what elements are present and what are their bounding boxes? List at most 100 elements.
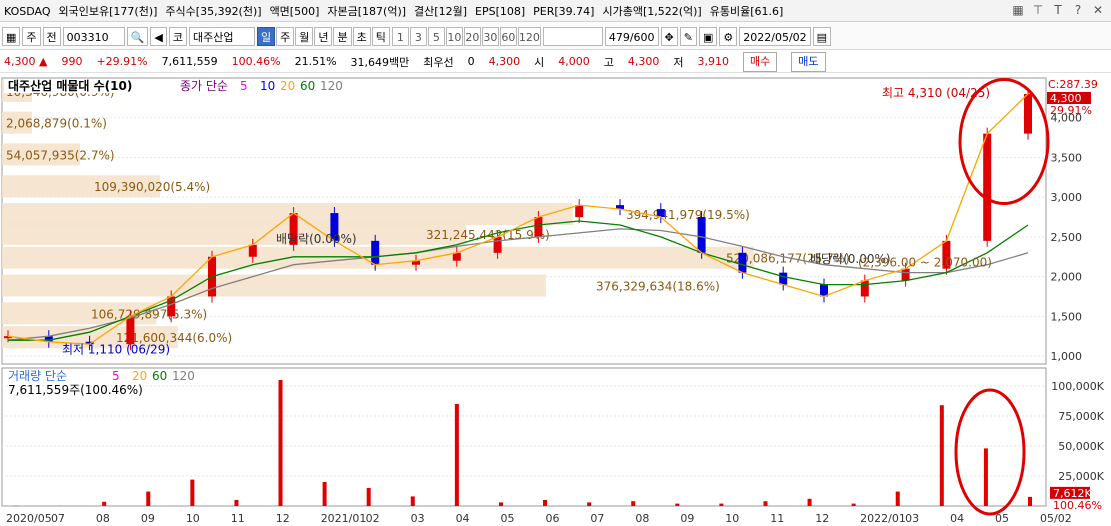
volume-bar [983,448,988,506]
period-select[interactable]: 주 [22,26,41,46]
candle [738,252,747,273]
settings-icon[interactable]: ⚙ [719,26,738,46]
minute-button[interactable]: 30 [481,26,499,46]
minute-button[interactable]: 5 [427,26,445,46]
ma-period-label: 60 [300,79,315,93]
sell-button[interactable]: 매도 [791,51,826,72]
date-tick-label: 09 [141,512,155,525]
volume-profile-label: 2,068,879(0.1%) [6,117,107,131]
draw-icon[interactable]: ✎ [679,26,697,46]
tab-분[interactable]: 분 [333,26,352,46]
minute-buttons: 1 3 5 10 20 30 60 120 [391,26,541,46]
buy-button[interactable]: 매수 [743,51,778,72]
stock-code-input[interactable]: 003310 [62,26,125,46]
stock-chart[interactable]: 1,0001,5002,0002,5003,0003,5004,00010,34… [0,74,1111,526]
change-percent: +29.91% [96,55,148,68]
candle [860,280,869,297]
volume-profile-bar [2,222,467,245]
minute-button[interactable]: 120 [517,26,541,46]
candle [534,217,543,237]
volume-bar [719,503,724,506]
volume-profile-label: 394,941,979(19.5%) [626,208,750,222]
candle [901,268,910,281]
tick-input[interactable] [542,26,603,46]
close-icon[interactable]: ✕ [1091,3,1105,17]
date-tick-label: 07 [590,512,604,525]
sound-icon[interactable]: ◀ [150,26,167,46]
type-select[interactable]: 전 [42,26,61,46]
tools-icon[interactable]: ✥ [660,26,678,46]
volume-tick-label: 25,000K [1058,470,1104,483]
candle [820,284,828,297]
text-icon[interactable]: T [1051,3,1065,17]
stock-info-item: 결산[12월] [414,4,467,18]
ma-period-label: 10 [260,79,275,93]
date-tick-label: 12 [276,512,290,525]
candle [248,244,257,257]
calendar-icon[interactable]: ▤ [812,26,832,46]
tab-초[interactable]: 초 [352,26,371,46]
volume-profile-bar [2,203,573,226]
minute-button[interactable]: 1 [391,26,409,46]
search-icon[interactable]: 🔍 [126,26,149,46]
date-tick-label: 06 [545,512,559,525]
volume-bar [939,405,944,506]
tab-년[interactable]: 년 [314,26,333,46]
volume-bar [498,502,503,506]
volume-ma-label: 120 [172,369,195,383]
volume-bar [895,491,900,506]
date-tick-label: 03 [905,512,919,525]
candle [493,236,502,253]
minute-button[interactable]: 10 [445,26,463,46]
tab-틱[interactable]: 틱 [371,26,390,46]
price-tick-label: 2,000 [1051,271,1083,284]
volume-ma-label: 60 [152,369,167,383]
minute-button[interactable]: 20 [463,26,481,46]
stock-info-item: KOSDAQ [4,4,51,18]
grid-icon[interactable]: ▦ [1011,3,1025,17]
low-label: 저 [673,55,684,69]
volume-profile-label: 321,245,442(15.9%) [426,228,550,242]
tab-주[interactable]: 주 [276,26,295,46]
menu-button[interactable]: ▦ [2,26,21,46]
candle [779,272,788,285]
date-tick-label: 08 [635,512,649,525]
volume-bar [278,380,283,506]
volume-tick-label: 50,000K [1058,440,1104,453]
candle [983,133,992,241]
minute-button[interactable]: 3 [409,26,427,46]
price-tick-label: 3,500 [1051,151,1083,164]
stock-info-item: 액면[500] [269,4,320,18]
date-input[interactable]: 2022/05/02 [739,26,811,46]
volume-value: 7,611,559 [161,55,218,68]
volume-bar [675,503,680,506]
tab-일[interactable]: 일 [256,26,276,46]
date-tick-label: 05/02 [1040,512,1072,525]
date-tick-label: 07 [51,512,65,525]
help-icon[interactable]: ? [1071,3,1085,17]
stock-name-field[interactable]: 대주산업 [188,26,255,46]
open-label: 시 [534,55,545,69]
candle [371,240,380,265]
price-tick-label: 3,000 [1051,191,1083,204]
amount-value: 31,649백만 [350,55,410,69]
save-icon[interactable]: ▣ [698,26,718,46]
volume-bar [146,491,151,506]
candle [575,205,584,218]
volume-bar [322,482,327,506]
volume-bar [631,501,636,506]
volume-ma-label: 20 [132,369,147,383]
volume-percent: 100.46% [231,55,281,68]
tab-월[interactable]: 월 [295,26,314,46]
stock-info-items: KOSDAQ 외국인보유[177(천)] 주식수[35,392(천)] 액면[500]… [4,3,791,19]
count-input[interactable]: 479/600 [604,26,659,46]
chart-toolbar: ▦ 주 전 003310 🔍 ◀ 코 대주산업 일주월년분초틱 1 3 5 10 20 3… [0,23,1111,50]
volume-bar [763,501,768,506]
pin-icon[interactable]: ⊤ [1031,3,1045,17]
minute-button[interactable]: 60 [499,26,517,46]
volume-bar [454,404,459,506]
volume-summary: 7,611,559주(100.46%) [8,383,143,397]
window-controls: ▦ ⊤ T? ✕ [1011,3,1105,17]
date-tick-label: 10 [725,512,739,525]
date-tick-label: 12 [815,512,829,525]
